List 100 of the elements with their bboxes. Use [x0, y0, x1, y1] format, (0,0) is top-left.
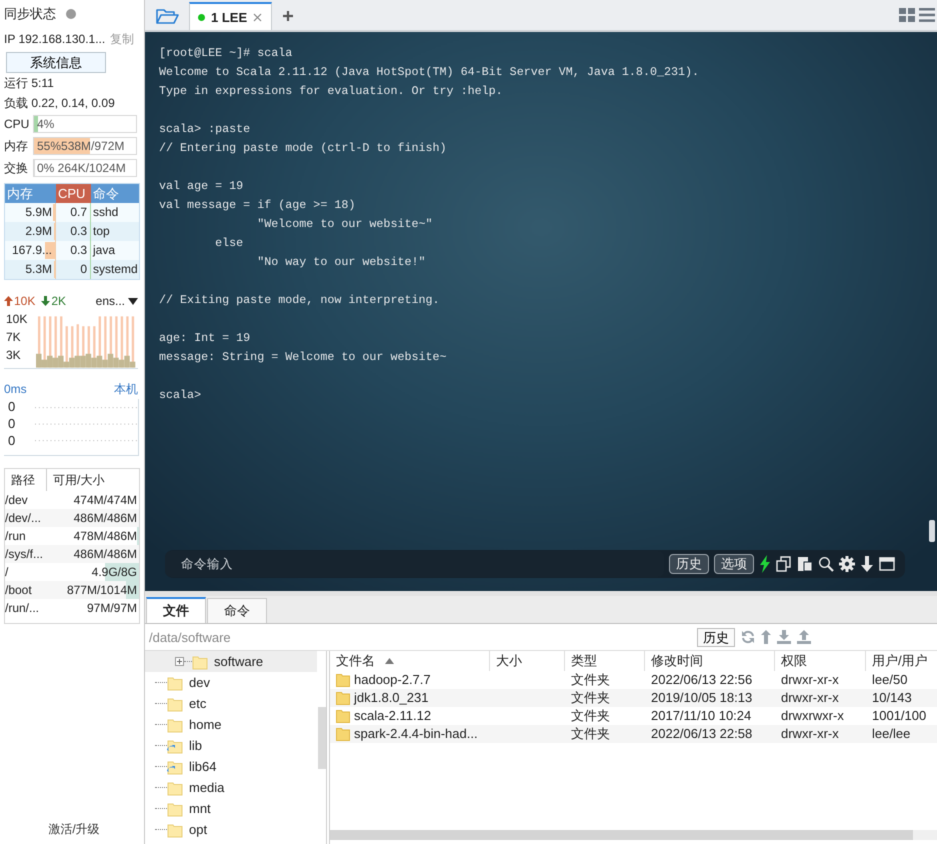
- terminal-line: "No way to our website!": [256, 254, 427, 271]
- column-header[interactable]: 权限: [775, 651, 866, 671]
- folder-open-icon[interactable]: [155, 7, 179, 25]
- toolbar-button[interactable]: 选项: [714, 554, 754, 574]
- lightning-icon[interactable]: [759, 555, 771, 573]
- settings-icon[interactable]: [839, 556, 855, 572]
- panel-tab[interactable]: 命令: [207, 598, 267, 623]
- column-header[interactable]: 大小: [490, 651, 565, 671]
- folder-icon: [336, 673, 350, 687]
- file-row[interactable]: jdk1.8.0_231 文件夹 2019/10/05 18:13 drwxr-xr-x 10/143: [330, 689, 937, 707]
- menu-icon[interactable]: [919, 8, 935, 22]
- tree-item[interactable]: media: [145, 777, 317, 798]
- window-icon[interactable]: [879, 557, 895, 571]
- table-cell-text: java: [92, 242, 116, 259]
- axis-label: 0: [8, 399, 16, 415]
- tree-item[interactable]: opt: [145, 819, 317, 840]
- session-tab[interactable]: 1 LEE: [189, 2, 272, 30]
- terminal-line: val age = 19: [159, 178, 244, 195]
- close-icon[interactable]: [253, 12, 262, 22]
- axis-label: 10K: [6, 312, 28, 326]
- history-button[interactable]: 历史: [697, 628, 735, 646]
- tree-item[interactable]: software: [145, 651, 317, 672]
- folder-link-icon: [167, 758, 183, 774]
- search-icon[interactable]: [818, 556, 834, 572]
- table-cell-text: drwxr-xr-x: [780, 725, 840, 743]
- latency-reading: 0ms: [4, 382, 27, 396]
- table-cell: 4.9G/8G: [92, 565, 137, 579]
- table-cell-text: drwxrwxr-x: [780, 707, 845, 725]
- tree-item[interactable]: home: [145, 714, 317, 735]
- column-header[interactable]: 修改时间: [645, 651, 775, 671]
- toolbar-button[interactable]: 历史: [669, 554, 709, 574]
- folder-icon: [167, 716, 183, 732]
- column-header[interactable]: CPU: [56, 184, 91, 203]
- file-row[interactable]: scala-2.11.12 文件夹 2017/11/10 10:24 drwxrwxr-x 1001/100: [330, 707, 937, 725]
- file-row[interactable]: hadoop-2.7.7 文件夹 2022/06/13 22:56 drwxr-xr-x lee/50: [330, 671, 937, 689]
- download-arrow-icon[interactable]: [860, 556, 874, 572]
- upload-arrow-icon: [4, 296, 13, 306]
- column-header[interactable]: 用户/用户: [866, 651, 937, 671]
- terminal-line: age: Int = 19: [159, 330, 252, 347]
- dropdown-caret-icon: [128, 298, 138, 304]
- table-cell-text: lee/lee: [871, 725, 912, 743]
- table-cell-text: lee/50: [871, 671, 908, 689]
- copy-icon[interactable]: [776, 556, 792, 572]
- table-cell-text: 2022/06/13 22:56: [650, 671, 754, 689]
- up-arrow-icon[interactable]: [761, 630, 771, 644]
- scrollbar-thumb[interactable]: [929, 520, 935, 542]
- upload-rate: 10K: [14, 294, 36, 308]
- refresh-icon[interactable]: [741, 630, 755, 644]
- tree-item[interactable]: dev: [145, 672, 317, 693]
- terminal-line: val message = if (age >= 18): [159, 197, 356, 214]
- tree-item[interactable]: etc: [145, 693, 317, 714]
- table-cell-text: 文件夹: [570, 725, 611, 743]
- terminal-line: message: String = Welcome to our website~: [159, 349, 448, 366]
- column-header[interactable]: 类型: [565, 651, 645, 671]
- tree-item[interactable]: lib: [145, 735, 317, 756]
- terminal-line: Type in expressions for evaluation. Or try :help.: [159, 83, 504, 100]
- upgrade-link[interactable]: 激活/升级: [48, 821, 100, 838]
- folder-icon: [167, 674, 183, 690]
- grid-layout-icon[interactable]: [899, 8, 915, 22]
- host-label: 本机: [114, 380, 138, 398]
- table-cell-text: 2017/11/10 10:24: [650, 707, 752, 725]
- upload-icon[interactable]: [797, 630, 811, 644]
- interface-selector[interactable]: ens...: [96, 294, 138, 308]
- meter-label: 内存: [4, 138, 29, 154]
- meter-label: CPU: [4, 117, 30, 131]
- meter-label: 交换: [4, 160, 29, 176]
- table-cell: 486M/486M: [74, 511, 137, 525]
- terminal-line: scala>: [159, 387, 202, 404]
- system-info-button[interactable]: 系统信息: [6, 52, 106, 73]
- table-cell-text: 1001/100: [871, 707, 928, 725]
- sync-status-label: 同步状态: [4, 5, 56, 23]
- add-tab-icon[interactable]: [282, 10, 294, 22]
- folder-icon: [192, 654, 208, 670]
- table-cell-text: /dev/...: [5, 510, 42, 527]
- folder-icon: [167, 822, 183, 838]
- file-name: scala-2.11.12: [354, 707, 432, 725]
- folder-icon: [336, 709, 350, 723]
- file-row[interactable]: spark-2.4.4-bin-had... 文件夹 2022/06/13 22:58 drwxr-xr-x lee/lee: [330, 725, 937, 743]
- terminal-line: scala> :paste: [159, 121, 252, 138]
- column-header[interactable]: 文件名: [330, 651, 490, 671]
- folder-icon: [336, 727, 350, 741]
- scrollbar-thumb[interactable]: [318, 707, 326, 769]
- tree-item[interactable]: mnt: [145, 798, 317, 819]
- table-cell-text: /sys/f...: [5, 546, 44, 563]
- scrollbar-thumb[interactable]: [330, 830, 913, 840]
- table-cell: 478M/486M: [74, 529, 137, 543]
- table-cell-text: /boot: [5, 582, 33, 599]
- tree-item[interactable]: lib64: [145, 756, 317, 777]
- panel-tab[interactable]: 文件: [146, 597, 206, 623]
- table-cell-text: /dev: [5, 492, 29, 509]
- table-cell-text: sshd: [92, 204, 120, 221]
- table-cell-text: 10/143: [871, 689, 913, 707]
- download-icon[interactable]: [777, 630, 791, 644]
- column-header[interactable]: 路径: [5, 469, 47, 491]
- paste-icon[interactable]: [797, 556, 813, 572]
- column-header[interactable]: 可用/大小: [47, 469, 139, 491]
- uptime-text: 运行 5:11: [4, 75, 55, 92]
- command-bar[interactable]: 命令输入 历史 选项: [165, 550, 905, 578]
- download-arrow-icon: [41, 296, 50, 306]
- path-field[interactable]: /data/software: [145, 628, 691, 646]
